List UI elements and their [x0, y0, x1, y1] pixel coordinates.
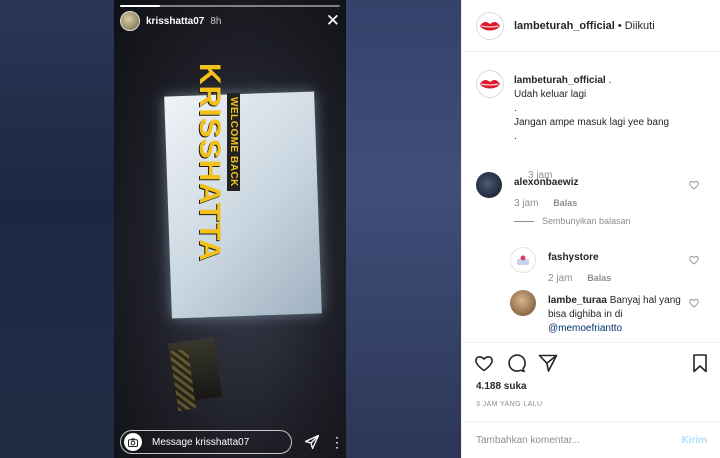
add-comment-bar: Tambahkan komentar... Kirim	[462, 421, 720, 458]
comments-section[interactable]: lambeturah_official . Udah keluar lagi .…	[462, 52, 720, 342]
comment-text: alexonbaewiz	[514, 176, 664, 190]
comment-meta: 3 jam Balas	[514, 198, 577, 209]
bookmark-icon[interactable]	[690, 353, 710, 373]
background-blur-left	[0, 0, 118, 458]
sign-text: WELCOME BACK KRISSHATTA	[184, 63, 244, 262]
like-heart-icon[interactable]	[689, 255, 699, 265]
media-area: krisshatta07 8h ✕ WELCOME BACK KRISSHATT…	[0, 0, 461, 458]
story-viewer[interactable]: krisshatta07 8h ✕ WELCOME BACK KRISSHATT…	[114, 0, 346, 458]
likes-count[interactable]: 4.188 suka	[476, 381, 527, 392]
reply-button[interactable]: Balas	[553, 198, 577, 208]
more-options-icon[interactable]: ⋮	[330, 435, 344, 449]
caption-text: lambeturah_official . Udah keluar lagi .…	[514, 75, 670, 142]
post-header: lambeturah_official • Diikuti	[462, 0, 720, 52]
story-footer: Message krisshatta07 ⋮	[120, 430, 344, 454]
post-comment-button[interactable]: Kirim	[681, 435, 707, 446]
share-icon[interactable]	[538, 353, 558, 373]
commenter-avatar[interactable]	[510, 247, 536, 273]
caption-username[interactable]: lambeturah_official	[514, 75, 606, 86]
follow-status[interactable]: Diikuti	[625, 20, 655, 32]
comment-text: lambe_turaa Banyaj hal yang bisa dighiba…	[548, 294, 684, 336]
comment-icon[interactable]	[506, 353, 526, 373]
caption-line: .	[514, 103, 517, 114]
divider	[514, 220, 534, 222]
comment-input[interactable]: Tambahkan komentar...	[476, 435, 681, 446]
story-time: 8h	[210, 15, 222, 27]
close-icon[interactable]: ✕	[326, 12, 340, 30]
commenter-avatar[interactable]	[476, 172, 502, 198]
mention-link[interactable]: @memoefriantto	[548, 323, 622, 334]
story-progress-fill	[120, 5, 160, 7]
story-header: krisshatta07 8h ✕	[120, 10, 344, 32]
sign-big-text: KRISSHATTA	[193, 63, 226, 262]
story-username[interactable]: krisshatta07	[146, 16, 204, 27]
sign-small-text: WELCOME BACK	[227, 93, 240, 191]
post-panel: lambeturah_official • Diikuti lambeturah…	[461, 0, 720, 458]
fashystore-logo-icon	[517, 255, 529, 265]
story-avatar[interactable]	[120, 11, 140, 31]
message-input[interactable]: Message krisshatta07	[120, 430, 292, 454]
caption-line: Jangan ampe masuk lagi yee bang	[514, 117, 670, 128]
like-heart-icon[interactable]	[689, 180, 699, 190]
comment-time: 2 jam	[548, 273, 573, 284]
comment-username[interactable]: fashystore	[548, 252, 599, 263]
header-username[interactable]: lambeturah_official	[514, 20, 615, 32]
comment-username[interactable]: alexonbaewiz	[514, 177, 578, 188]
heart-icon[interactable]	[474, 353, 494, 373]
message-placeholder: Message krisshatta07	[152, 436, 250, 448]
comment-meta: 2 jam Balas	[548, 273, 611, 284]
story-progress-bar	[120, 5, 340, 7]
header-separator: •	[617, 19, 622, 32]
comment-text: fashystore	[548, 251, 698, 265]
hide-replies-button[interactable]: Sembunyikan balasan	[514, 216, 631, 226]
send-icon[interactable]	[304, 434, 320, 450]
comment-time: 3 jam	[514, 198, 539, 209]
camera-icon[interactable]	[124, 433, 142, 451]
post-time-ago: 3 JAM YANG LALU	[476, 401, 543, 408]
background-blur-right	[344, 0, 461, 458]
like-heart-icon[interactable]	[689, 298, 699, 308]
commenter-avatar[interactable]	[510, 290, 536, 316]
caption-line: .	[514, 131, 517, 142]
account-avatar[interactable]	[476, 11, 504, 40]
reply-button[interactable]: Balas	[587, 273, 611, 283]
comment-username[interactable]: lambe_turaa	[548, 295, 607, 306]
caption-avatar[interactable]	[476, 70, 504, 98]
caption-line: Udah keluar lagi	[514, 89, 587, 100]
post-actions: 4.188 suka 3 JAM YANG LALU Tambahkan kom…	[462, 342, 720, 458]
hide-replies-label: Sembunyikan balasan	[542, 216, 631, 226]
